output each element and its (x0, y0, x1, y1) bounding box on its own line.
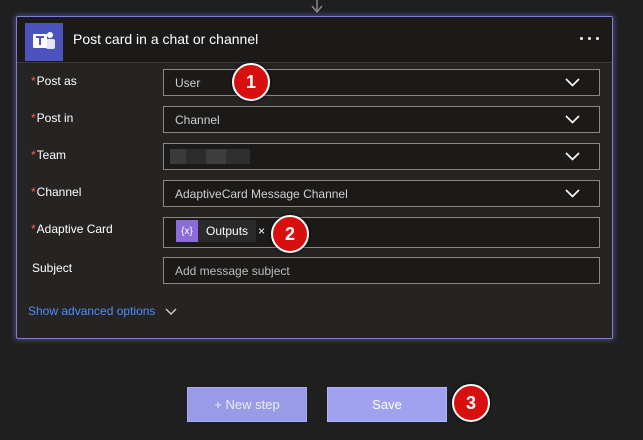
field-label-adaptive-card: *Adaptive Card (31, 222, 113, 236)
action-card: Post card in a chat or channel *Post as … (16, 16, 613, 339)
save-button[interactable]: Save (327, 387, 447, 422)
field-label-post-in: *Post in (31, 111, 73, 125)
required-marker: * (31, 222, 36, 236)
show-advanced-options-link[interactable]: Show advanced options (28, 304, 177, 318)
required-marker: * (31, 148, 36, 162)
subject-placeholder: Add message subject (175, 264, 290, 278)
annotation-badge-1: 1 (232, 63, 270, 101)
post-as-value: User (175, 76, 201, 90)
field-label-team: *Team (31, 148, 66, 162)
dot-icon (596, 37, 599, 40)
field-label-text: Channel (36, 185, 82, 199)
adaptive-card-input[interactable]: {x} Outputs × (163, 217, 600, 248)
token-label: Outputs (198, 220, 257, 242)
more-options-button[interactable] (578, 29, 602, 49)
subject-input[interactable]: Add message subject (163, 257, 600, 284)
chevron-down-icon[interactable] (565, 189, 580, 198)
connector-arrow-icon (311, 0, 323, 14)
annotation-badge-3: 3 (452, 384, 490, 422)
required-marker: * (31, 111, 36, 125)
field-label-text: Team (36, 148, 67, 162)
chevron-down-icon (165, 308, 177, 315)
field-label-text: Post in (36, 111, 74, 125)
outputs-token[interactable]: {x} Outputs × (176, 220, 265, 242)
required-marker: * (31, 185, 36, 199)
card-title: Post card in a chat or channel (73, 31, 259, 47)
required-marker: * (31, 74, 36, 88)
teams-icon (25, 23, 63, 61)
new-step-button[interactable]: + New step (187, 387, 307, 422)
advanced-options-label: Show advanced options (28, 304, 156, 318)
field-label-channel: *Channel (31, 185, 81, 199)
redacted-team-value (170, 149, 250, 164)
chevron-down-icon[interactable] (565, 115, 580, 124)
remove-token-button[interactable]: × (256, 224, 265, 238)
annotation-badge-2: 2 (271, 215, 309, 253)
field-label-post-as: *Post as (31, 74, 77, 88)
post-as-dropdown[interactable]: User (163, 69, 600, 96)
chevron-down-icon[interactable] (565, 78, 580, 87)
field-label-text: Adaptive Card (36, 222, 113, 236)
field-label-subject: Subject (32, 261, 73, 275)
dot-icon (588, 37, 591, 40)
dot-icon (580, 37, 583, 40)
channel-value: AdaptiveCard Message Channel (175, 187, 348, 201)
post-in-dropdown[interactable]: Channel (163, 106, 600, 133)
team-dropdown[interactable] (163, 143, 600, 170)
channel-dropdown[interactable]: AdaptiveCard Message Channel (163, 180, 600, 207)
post-in-value: Channel (175, 113, 220, 127)
chevron-down-icon[interactable] (565, 152, 580, 161)
field-label-text: Post as (36, 74, 77, 88)
expression-icon: {x} (176, 220, 198, 242)
card-header[interactable]: Post card in a chat or channel (17, 17, 612, 63)
